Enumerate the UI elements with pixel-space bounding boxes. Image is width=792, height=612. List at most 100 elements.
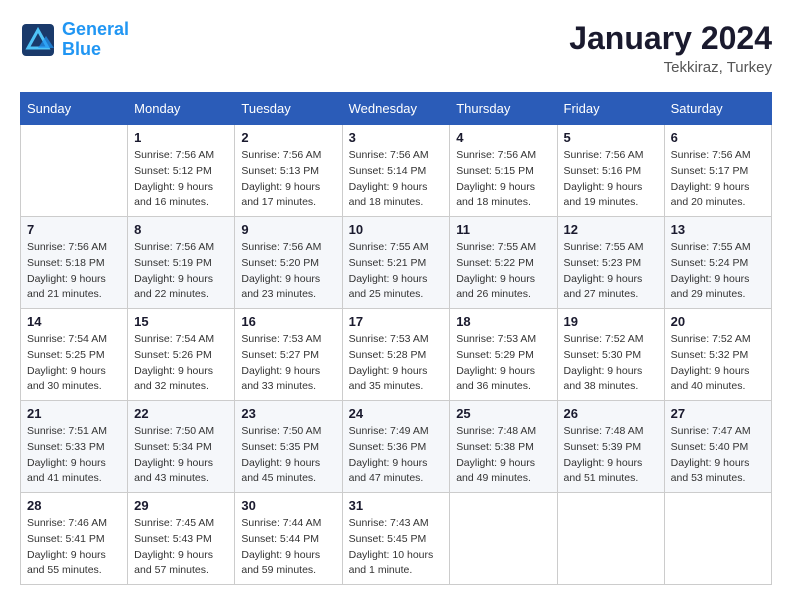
day-cell: 28 Sunrise: 7:46 AMSunset: 5:41 PMDayligh… [21,493,128,585]
day-info: Sunrise: 7:56 AMSunset: 5:12 PMDaylight:… [134,148,228,211]
day-number: 18 [456,314,550,329]
day-number: 24 [349,406,444,421]
day-info: Sunrise: 7:51 AMSunset: 5:33 PMDaylight:… [27,424,121,487]
page-header: General Blue January 2024 Tekkiraz, Turk… [20,20,772,76]
day-cell: 22 Sunrise: 7:50 AMSunset: 5:34 PMDayligh… [128,401,235,493]
day-cell: 1 Sunrise: 7:56 AMSunset: 5:12 PMDaylight… [128,125,235,217]
day-cell: 15 Sunrise: 7:54 AMSunset: 5:26 PMDayligh… [128,309,235,401]
day-number: 10 [349,222,444,237]
day-cell: 3 Sunrise: 7:56 AMSunset: 5:14 PMDaylight… [342,125,450,217]
day-cell: 12 Sunrise: 7:55 AMSunset: 5:23 PMDayligh… [557,217,664,309]
day-cell: 16Sunrise: 7:53 AMSunset: 5:27 PMDayligh… [235,309,342,401]
day-info: Sunrise: 7:56 AMSunset: 5:17 PMDaylight:… [671,148,765,211]
day-number: 14 [27,314,121,329]
week-row-5: 28 Sunrise: 7:46 AMSunset: 5:41 PMDayligh… [21,493,772,585]
day-info: Sunrise: 7:49 AMSunset: 5:36 PMDaylight:… [349,424,444,487]
day-cell: 24 Sunrise: 7:49 AMSunset: 5:36 PMDayligh… [342,401,450,493]
day-cell: 8 Sunrise: 7:56 AMSunset: 5:19 PMDaylight… [128,217,235,309]
day-info: Sunrise: 7:44 AMSunset: 5:44 PMDaylight:… [241,516,335,579]
day-cell: 18 Sunrise: 7:53 AMSunset: 5:29 PMDayligh… [450,309,557,401]
day-number: 7 [27,222,121,237]
day-info: Sunrise: 7:55 AMSunset: 5:21 PMDaylight:… [349,240,444,303]
day-number: 4 [456,130,550,145]
day-number: 22 [134,406,228,421]
day-number: 27 [671,406,765,421]
day-number: 30 [241,498,335,513]
day-number: 6 [671,130,765,145]
logo-text: General Blue [62,20,129,60]
day-info: Sunrise: 7:52 AMSunset: 5:30 PMDaylight:… [564,332,658,395]
day-info: Sunrise: 7:45 AMSunset: 5:43 PMDaylight:… [134,516,228,579]
month-year: January 2024 [569,20,772,57]
day-number: 2 [241,130,335,145]
day-cell: 29 Sunrise: 7:45 AMSunset: 5:43 PMDayligh… [128,493,235,585]
day-cell: 10 Sunrise: 7:55 AMSunset: 5:21 PMDayligh… [342,217,450,309]
day-cell: 23 Sunrise: 7:50 AMSunset: 5:35 PMDayligh… [235,401,342,493]
day-info: Sunrise: 7:46 AMSunset: 5:41 PMDaylight:… [27,516,121,579]
week-row-2: 7 Sunrise: 7:56 AMSunset: 5:18 PMDaylight… [21,217,772,309]
day-info: Sunrise: 7:56 AMSunset: 5:16 PMDaylight:… [564,148,658,211]
day-info: Sunrise: 7:55 AMSunset: 5:24 PMDaylight:… [671,240,765,303]
day-number: 29 [134,498,228,513]
day-number: 1 [134,130,228,145]
day-number: 3 [349,130,444,145]
day-info: Sunrise: 7:50 AMSunset: 5:34 PMDaylight:… [134,424,228,487]
week-row-1: 1 Sunrise: 7:56 AMSunset: 5:12 PMDaylight… [21,125,772,217]
day-cell [21,125,128,217]
day-number: 28 [27,498,121,513]
col-header-thursday: Thursday [450,93,557,125]
day-info: Sunrise: 7:55 AMSunset: 5:22 PMDaylight:… [456,240,550,303]
day-cell: 9Sunrise: 7:56 AMSunset: 5:20 PMDaylight… [235,217,342,309]
day-cell: 20Sunrise: 7:52 AMSunset: 5:32 PMDayligh… [664,309,771,401]
col-header-saturday: Saturday [664,93,771,125]
day-number: 20 [671,314,765,329]
col-header-friday: Friday [557,93,664,125]
day-info: Sunrise: 7:56 AMSunset: 5:18 PMDaylight:… [27,240,121,303]
day-cell: 30 Sunrise: 7:44 AMSunset: 5:44 PMDayligh… [235,493,342,585]
logo-icon [20,22,56,58]
day-number: 8 [134,222,228,237]
day-cell: 2Sunrise: 7:56 AMSunset: 5:13 PMDaylight… [235,125,342,217]
day-cell: 19 Sunrise: 7:52 AMSunset: 5:30 PMDayligh… [557,309,664,401]
day-info: Sunrise: 7:55 AMSunset: 5:23 PMDaylight:… [564,240,658,303]
day-number: 12 [564,222,658,237]
day-cell: 5 Sunrise: 7:56 AMSunset: 5:16 PMDaylight… [557,125,664,217]
week-row-3: 14Sunrise: 7:54 AMSunset: 5:25 PMDayligh… [21,309,772,401]
day-cell: 7 Sunrise: 7:56 AMSunset: 5:18 PMDaylight… [21,217,128,309]
day-cell: 17Sunrise: 7:53 AMSunset: 5:28 PMDayligh… [342,309,450,401]
day-number: 15 [134,314,228,329]
calendar-header-row: SundayMondayTuesdayWednesdayThursdayFrid… [21,93,772,125]
logo: General Blue [20,20,129,60]
day-cell: 4 Sunrise: 7:56 AMSunset: 5:15 PMDaylight… [450,125,557,217]
day-number: 9 [241,222,335,237]
day-number: 19 [564,314,658,329]
day-info: Sunrise: 7:43 AMSunset: 5:45 PMDaylight:… [349,516,444,579]
day-cell [557,493,664,585]
title-block: January 2024 Tekkiraz, Turkey [569,20,772,76]
day-number: 13 [671,222,765,237]
day-cell: 26Sunrise: 7:48 AMSunset: 5:39 PMDayligh… [557,401,664,493]
day-info: Sunrise: 7:56 AMSunset: 5:14 PMDaylight:… [349,148,444,211]
day-info: Sunrise: 7:50 AMSunset: 5:35 PMDaylight:… [241,424,335,487]
day-info: Sunrise: 7:48 AMSunset: 5:39 PMDaylight:… [564,424,658,487]
day-info: Sunrise: 7:54 AMSunset: 5:26 PMDaylight:… [134,332,228,395]
col-header-monday: Monday [128,93,235,125]
day-number: 25 [456,406,550,421]
day-number: 5 [564,130,658,145]
col-header-sunday: Sunday [21,93,128,125]
day-number: 23 [241,406,335,421]
day-info: Sunrise: 7:53 AMSunset: 5:28 PMDaylight:… [349,332,444,395]
week-row-4: 21Sunrise: 7:51 AMSunset: 5:33 PMDayligh… [21,401,772,493]
day-cell: 13 Sunrise: 7:55 AMSunset: 5:24 PMDayligh… [664,217,771,309]
day-info: Sunrise: 7:56 AMSunset: 5:15 PMDaylight:… [456,148,550,211]
day-cell: 21Sunrise: 7:51 AMSunset: 5:33 PMDayligh… [21,401,128,493]
day-info: Sunrise: 7:48 AMSunset: 5:38 PMDaylight:… [456,424,550,487]
day-number: 31 [349,498,444,513]
day-cell [450,493,557,585]
day-cell: 6 Sunrise: 7:56 AMSunset: 5:17 PMDaylight… [664,125,771,217]
location: Tekkiraz, Turkey [569,59,772,76]
day-cell [664,493,771,585]
day-info: Sunrise: 7:53 AMSunset: 5:29 PMDaylight:… [456,332,550,395]
day-cell: 14Sunrise: 7:54 AMSunset: 5:25 PMDayligh… [21,309,128,401]
day-info: Sunrise: 7:56 AMSunset: 5:19 PMDaylight:… [134,240,228,303]
